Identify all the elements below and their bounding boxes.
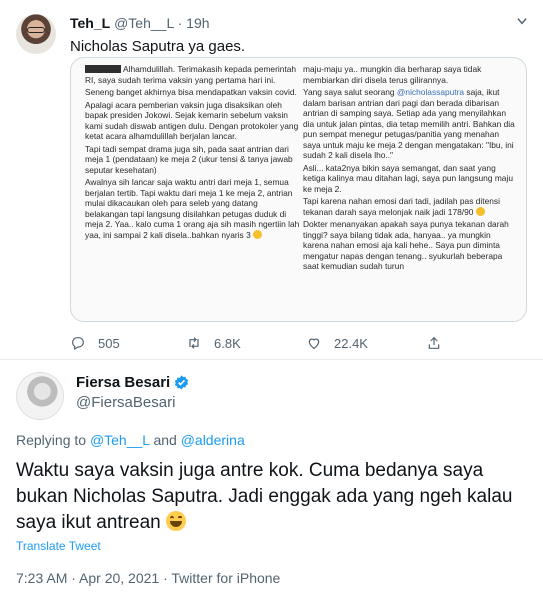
reply-mention-link[interactable]: @alderina	[181, 432, 245, 448]
replying-and: and	[153, 432, 177, 448]
more-icon[interactable]	[515, 14, 529, 31]
reply-icon	[72, 337, 84, 351]
image-paragraph: Awalnya sih lancar saja waktu antri dari…	[85, 177, 300, 240]
original-tweet[interactable]: Teh_L @Teh__L · 19h Nicholas Saputra ya …	[0, 0, 543, 360]
reply-text: Waktu saya vaksin juga antre kok. Cuma b…	[16, 460, 513, 533]
image-paragraph: Yang saya salut seorang @nicholassaputra…	[303, 87, 515, 160]
tweet-actions: 505 6.8K 22.4K	[70, 335, 510, 353]
retweet-action[interactable]: 6.8K	[186, 335, 241, 351]
share-action[interactable]	[426, 335, 442, 351]
author-handle[interactable]: @Teh__L	[114, 15, 174, 31]
image-mention: @nicholassaputra	[396, 87, 465, 97]
image-paragraph: Dokter menanyakan apakah saya punya teka…	[303, 219, 509, 271]
like-count: 22.4K	[334, 335, 368, 351]
tweet-header: Teh_L @Teh__L · 19h	[70, 15, 210, 31]
image-paragraph: Asli... kata2nya bikin saya semangat, da…	[303, 162, 513, 194]
retweet-icon	[189, 337, 199, 349]
reply-count: 505	[98, 335, 120, 351]
author-name-row[interactable]: Fiersa Besari	[76, 374, 190, 391]
image-paragraph: maju-maju ya.. mungkin dia berharap saya…	[303, 64, 482, 85]
separator-dot: ·	[173, 15, 187, 31]
scream-emoji-icon	[475, 206, 485, 216]
like-icon	[308, 338, 320, 350]
reply-tweet-text: Waktu saya vaksin juga antre kok. Cuma b…	[16, 458, 526, 536]
crying-emoji-icon	[253, 229, 263, 239]
reply-mention-link[interactable]: @Teh__L	[90, 432, 150, 448]
replying-prefix: Replying to	[16, 432, 87, 448]
image-paragraph: Apalagi acara pemberian vaksin juga disa…	[85, 99, 299, 142]
verified-icon	[175, 375, 189, 390]
tweet-image[interactable]: Alhamdulillah. Terimakasih kepada pemeri…	[70, 57, 527, 322]
image-paragraph: Alhamdulillah. Terimakasih kepada pemeri…	[85, 64, 297, 85]
glasses-graphic	[27, 27, 45, 33]
author-name[interactable]: Teh_L	[70, 15, 110, 31]
translate-link[interactable]: Translate Tweet	[16, 539, 101, 553]
retweet-count: 6.8K	[214, 335, 241, 351]
image-paragraph: Tapi karena nahan emosi dari tadi, jadil…	[303, 196, 500, 217]
image-paragraph: Tapi tadi sempat drama juga sih, pada sa…	[85, 143, 293, 175]
reply-action[interactable]: 505	[70, 335, 120, 351]
tweet-text: Nicholas Saputra ya gaes.	[70, 38, 246, 55]
replying-to: Replying to @Teh__L and @alderina	[16, 432, 245, 448]
tweet-time[interactable]: 19h	[186, 15, 209, 31]
image-text-right: maju-maju ya.. mungkin dia berharap saya…	[303, 64, 518, 274]
avatar[interactable]	[16, 14, 56, 54]
like-action[interactable]: 22.4K	[306, 335, 368, 351]
share-icon	[428, 336, 440, 349]
image-paragraph: Seneng banget akhirnya bisa mendapatkan …	[85, 87, 297, 97]
avatar[interactable]	[16, 372, 64, 420]
redaction-bar	[85, 65, 121, 73]
grinning-emoji-icon	[165, 511, 186, 531]
author-name[interactable]: Fiersa Besari	[76, 374, 170, 391]
tweet-footer[interactable]: 7:23 AM · Apr 20, 2021 · Twitter for iPh…	[16, 570, 280, 586]
image-text-left: Alhamdulillah. Terimakasih kepada pemeri…	[85, 64, 300, 242]
author-handle[interactable]: @FiersaBesari	[76, 394, 175, 411]
